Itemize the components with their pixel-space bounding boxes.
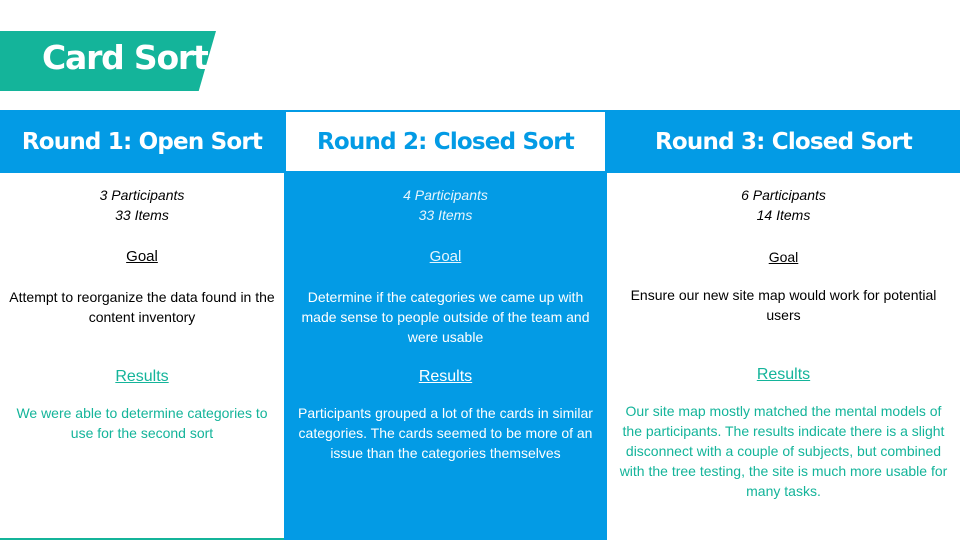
round-1-goal-text: Attempt to reorganize the data found in … <box>9 289 275 325</box>
round-2-items: 33 Items <box>418 207 473 223</box>
round-2-heading: Round 2: Closed Sort <box>284 110 607 173</box>
round-1-participants: 3 Participants <box>99 187 185 203</box>
round-2-meta: 4 Participants 33 Items <box>284 185 607 225</box>
round-1-body: 3 Participants 33 Items Goal Attempt to … <box>0 173 284 443</box>
round-3-body: 6 Participants 14 Items Goal Ensure our … <box>607 173 960 501</box>
round-1-results-label: Results <box>115 368 169 385</box>
round-2-goal-label: Goal <box>429 248 462 265</box>
round-2-participants: 4 Participants <box>403 187 488 203</box>
round-3-results-label: Results <box>756 366 811 383</box>
round-3-heading: Round 3: Closed Sort <box>607 110 960 173</box>
round-3-participants: 6 Participants <box>741 187 826 203</box>
round-1-column: Round 1: Open Sort 3 Participants 33 Ite… <box>0 110 284 540</box>
page-title: Card Sorts <box>42 38 227 77</box>
round-1-heading: Round 1: Open Sort <box>0 110 284 173</box>
round-2-results-text: Participants grouped a lot of the cards … <box>298 405 593 461</box>
round-1-meta: 3 Participants 33 Items <box>0 185 284 225</box>
round-3-results-text: Our site map mostly matched the mental m… <box>619 403 948 499</box>
round-3-column: Round 3: Closed Sort 6 Participants 14 I… <box>607 110 960 540</box>
round-1-items: 33 Items <box>115 207 169 223</box>
round-2-body: 4 Participants 33 Items Goal Determine i… <box>284 173 607 463</box>
round-3-meta: 6 Participants 14 Items <box>607 185 960 225</box>
round-2-goal-text: Determine if the categories we came up w… <box>301 289 590 345</box>
round-2-results-label: Results <box>418 368 473 385</box>
round-1-goal-label: Goal <box>126 248 158 265</box>
round-2-column: Round 2: Closed Sort 4 Participants 33 I… <box>284 110 607 540</box>
round-1-results-text: We were able to determine categories to … <box>16 405 268 441</box>
round-3-items: 14 Items <box>756 207 811 223</box>
round-3-goal-label: Goal <box>768 249 799 265</box>
round-3-goal-text: Ensure our new site map would work for p… <box>630 287 937 323</box>
rounds-table: Round 1: Open Sort 3 Participants 33 Ite… <box>0 110 960 540</box>
